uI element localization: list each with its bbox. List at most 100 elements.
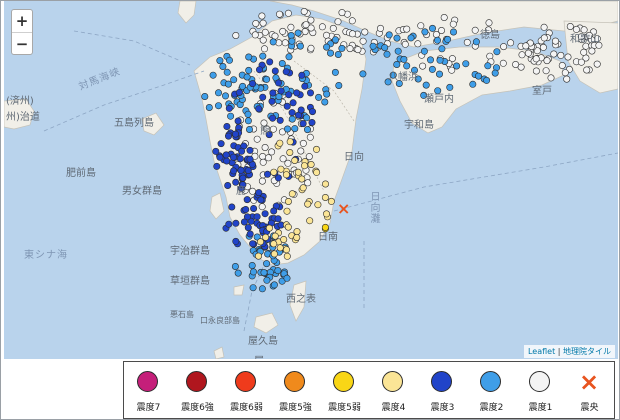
station-shindo-2[interactable] xyxy=(303,126,311,134)
station-shindo-1[interactable] xyxy=(361,28,369,36)
station-shindo-1[interactable] xyxy=(419,62,427,70)
station-shindo-1[interactable] xyxy=(566,22,574,30)
station-shindo-1[interactable] xyxy=(307,16,315,24)
station-shindo-3[interactable] xyxy=(301,82,309,90)
station-shindo-1[interactable] xyxy=(543,57,551,65)
station-shindo-3[interactable] xyxy=(235,89,243,97)
station-shindo-3[interactable] xyxy=(232,178,240,186)
station-shindo-1[interactable] xyxy=(354,46,362,54)
station-shindo-1[interactable] xyxy=(306,133,314,141)
station-shindo-3[interactable] xyxy=(268,97,276,105)
station-shindo-3[interactable] xyxy=(269,114,277,122)
station-shindo-4[interactable] xyxy=(255,252,263,260)
station-shindo-2[interactable] xyxy=(393,60,401,68)
station-shindo-3[interactable] xyxy=(283,102,291,110)
station-shindo-2[interactable] xyxy=(326,49,334,57)
station-shindo-2[interactable] xyxy=(269,38,277,46)
station-shindo-2[interactable] xyxy=(428,24,436,32)
station-shindo-4[interactable] xyxy=(270,240,278,248)
station-shindo-2[interactable] xyxy=(227,112,235,120)
station-shindo-1[interactable] xyxy=(300,8,308,16)
station-shindo-2[interactable] xyxy=(472,38,480,46)
station-shindo-3[interactable] xyxy=(223,157,231,165)
station-shindo-3[interactable] xyxy=(293,89,301,97)
station-shindo-2[interactable] xyxy=(263,260,271,268)
station-shindo-2[interactable] xyxy=(323,90,331,98)
station-shindo-4[interactable] xyxy=(293,228,301,236)
station-shindo-2[interactable] xyxy=(270,281,278,289)
station-shindo-1[interactable] xyxy=(540,34,548,42)
station-shindo-4[interactable] xyxy=(293,234,301,242)
station-shindo-3[interactable] xyxy=(261,210,269,218)
station-shindo-1[interactable] xyxy=(417,22,425,30)
station-shindo-2[interactable] xyxy=(258,285,266,293)
station-shindo-2[interactable] xyxy=(288,37,296,45)
station-shindo-1[interactable] xyxy=(401,40,409,48)
station-shindo-2[interactable] xyxy=(244,110,252,118)
station-shindo-4[interactable] xyxy=(270,168,278,176)
station-shindo-2[interactable] xyxy=(469,80,477,88)
station-shindo-4[interactable] xyxy=(286,138,294,146)
station-shindo-3[interactable] xyxy=(238,147,246,155)
station-shindo-2[interactable] xyxy=(215,89,223,97)
station-shindo-3[interactable] xyxy=(223,123,231,131)
station-shindo-2[interactable] xyxy=(338,44,346,52)
station-shindo-2[interactable] xyxy=(287,31,295,39)
station-shindo-1[interactable] xyxy=(259,19,267,27)
station-shindo-2[interactable] xyxy=(420,47,428,55)
station-shindo-3[interactable] xyxy=(244,167,252,175)
station-shindo-2[interactable] xyxy=(491,69,499,77)
station-shindo-2[interactable] xyxy=(394,47,402,55)
station-shindo-3[interactable] xyxy=(289,99,297,107)
station-shindo-1[interactable] xyxy=(251,31,259,39)
station-shindo-1[interactable] xyxy=(557,51,565,59)
station-shindo-3[interactable] xyxy=(297,106,305,114)
station-shindo-2[interactable] xyxy=(209,71,217,79)
station-shindo-3[interactable] xyxy=(308,108,316,116)
station-shindo-2[interactable] xyxy=(331,68,339,76)
station-shindo-1[interactable] xyxy=(547,74,555,82)
station-shindo-3[interactable] xyxy=(263,170,271,178)
station-shindo-3[interactable] xyxy=(225,104,233,112)
station-shindo-4[interactable] xyxy=(313,168,321,176)
station-shindo-1[interactable] xyxy=(279,27,287,35)
station-shindo-1[interactable] xyxy=(334,18,342,26)
station-shindo-1[interactable] xyxy=(264,154,272,162)
station-shindo-3[interactable] xyxy=(243,196,251,204)
station-shindo-2[interactable] xyxy=(274,267,282,275)
station-shindo-1[interactable] xyxy=(297,147,305,155)
station-shindo-4[interactable] xyxy=(271,232,279,240)
station-shindo-2[interactable] xyxy=(263,276,271,284)
station-shindo-3[interactable] xyxy=(242,206,250,214)
station-shindo-3[interactable] xyxy=(308,119,316,127)
station-shindo-2[interactable] xyxy=(385,31,393,39)
station-shindo-2[interactable] xyxy=(315,93,323,101)
station-shindo-2[interactable] xyxy=(216,57,224,65)
station-shindo-3[interactable] xyxy=(232,130,240,138)
station-shindo-4[interactable] xyxy=(288,190,296,198)
station-shindo-3[interactable] xyxy=(237,166,245,174)
station-shindo-1[interactable] xyxy=(500,43,508,51)
station-shindo-4[interactable] xyxy=(327,197,335,205)
station-shindo-1[interactable] xyxy=(232,31,240,39)
zoom-in-button[interactable]: + xyxy=(12,10,32,32)
station-shindo-1[interactable] xyxy=(551,37,559,45)
station-shindo-2[interactable] xyxy=(249,284,257,292)
station-shindo-2[interactable] xyxy=(283,274,291,282)
station-shindo-3[interactable] xyxy=(257,196,265,204)
station-shindo-2[interactable] xyxy=(435,70,443,78)
station-shindo-1[interactable] xyxy=(449,20,457,28)
station-shindo-3[interactable] xyxy=(216,153,224,161)
station-shindo-2[interactable] xyxy=(433,36,441,44)
station-shindo-4[interactable] xyxy=(291,157,299,165)
station-shindo-4[interactable] xyxy=(283,252,291,260)
station-shindo-1[interactable] xyxy=(485,19,493,27)
station-shindo-2[interactable] xyxy=(400,55,408,63)
station-shindo-1[interactable] xyxy=(269,125,277,133)
station-shindo-2[interactable] xyxy=(444,35,452,43)
station-shindo-3[interactable] xyxy=(225,132,233,140)
station-shindo-4[interactable] xyxy=(284,198,292,206)
station-shindo-3[interactable] xyxy=(256,66,264,74)
station-shindo-4[interactable] xyxy=(322,210,330,218)
station-shindo-1[interactable] xyxy=(507,39,515,47)
